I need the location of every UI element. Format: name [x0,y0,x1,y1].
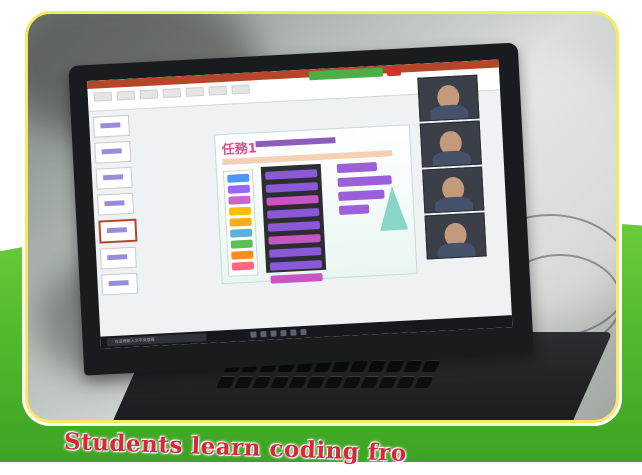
taskbar-app-icon[interactable] [280,329,287,337]
participant-video-tile[interactable] [424,212,487,260]
slide-heading: 任務1 [221,141,258,159]
laptop-screen: 任務1 在這裡輸入文字來搜尋 [87,59,513,349]
slide-thumbnail[interactable] [94,140,132,164]
slide-thumbnail[interactable] [101,272,139,296]
block-category-palette [222,169,259,277]
participant-video-tile[interactable] [417,74,480,122]
slide-thumbnail[interactable] [92,114,130,138]
record-icon[interactable] [386,66,402,77]
participant-body [434,196,474,214]
taskbar-search-input[interactable]: 在這裡輸入文字來搜尋 [106,333,207,347]
taskbar-app-icon[interactable] [260,330,267,338]
taskbar-app-icon[interactable] [290,329,297,336]
laptop-lid: 任務1 在這裡輸入文字來搜尋 [68,42,534,376]
participant-body [437,241,477,260]
participant-body [432,150,472,168]
code-blocks-area [260,163,327,284]
photo-frame: 任務1 在這裡輸入文字來搜尋 [22,8,622,426]
taskbar-app-icon[interactable] [250,331,257,338]
classroom-photo: 任務1 在這裡輸入文字來搜尋 [28,14,616,420]
slide-thumbnail[interactable] [95,166,133,190]
slide-thumbnail[interactable] [99,246,137,270]
slide-thumbnail-active[interactable] [98,218,138,244]
taskbar-app-icon[interactable] [270,330,277,337]
participant-video-tile[interactable] [419,120,482,168]
current-slide: 任務1 [213,124,418,285]
windows-taskbar: 在這裡輸入文字來搜尋 [100,315,513,349]
participant-video-tile[interactable] [422,166,485,214]
taskbar-app-icon[interactable] [300,328,307,336]
participant-body [429,104,469,122]
tree-graphic [377,185,409,231]
slide-thumbnail[interactable] [96,192,135,216]
slide-subtitle-text [255,137,336,148]
slide-thumbnails [92,114,144,327]
